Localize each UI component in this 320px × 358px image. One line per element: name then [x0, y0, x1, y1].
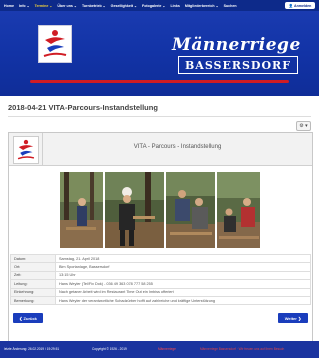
event-card-header: VITA - Parcours - Instandstellung: [9, 133, 312, 166]
last-updated-text: letzte Änderung: 26.02.2019 / 19:29:51: [4, 347, 60, 351]
main-menu: Home Info ⌄ Termine ⌄ Über uns ⌄ Turnbet…: [0, 4, 242, 8]
event-photo-4[interactable]: [216, 172, 260, 248]
row-value: Nach getaner Arbeit wird im Restaurant T…: [55, 287, 311, 297]
gymnast-logo-icon: [17, 139, 35, 160]
row-value: 13:15 Uhr: [55, 270, 311, 281]
nav-item-info[interactable]: Info ⌄: [19, 4, 30, 8]
gear-dropdown-button[interactable]: ⚙ ▾: [296, 121, 311, 131]
page-title: 2018-04-21 VITA-Parcours-Instandstellung: [8, 103, 158, 112]
photo-gallery: [60, 172, 260, 248]
header-banner: Männerriege BASSERSDORF: [0, 11, 319, 96]
nav-item-termine[interactable]: Termine ⌄: [35, 4, 53, 8]
copyright-text: Copyright © 1926 - 2019: [92, 347, 127, 351]
nav-item-turnbetrieb[interactable]: Turnbetrieb ⌄: [82, 4, 106, 8]
event-card: VITA - Parcours - Instandstellung Datum:…: [8, 132, 313, 342]
club-logo[interactable]: [38, 25, 72, 63]
top-navigation: Home Info ⌄ Termine ⌄ Über uns ⌄ Turnbet…: [0, 0, 319, 11]
next-button[interactable]: Weiter ❯: [278, 313, 308, 323]
row-value: Bim Sportanlage, Bassersdorf: [55, 262, 311, 272]
event-photo-1[interactable]: [60, 172, 104, 248]
row-key: Leitung:: [10, 279, 56, 289]
title-divider: [8, 116, 311, 117]
page-footer: letzte Änderung: 26.02.2019 / 19:29:51 C…: [0, 341, 319, 358]
row-key: Zeit:: [10, 270, 56, 281]
row-value: Hans Weyler der verantwortliche Schadzür…: [55, 295, 311, 306]
row-key: Ort:: [10, 262, 56, 272]
row-key: Bemerkung:: [10, 295, 56, 306]
row-value: Hans Weyler (Tel/Fix Dok) - 036 49 363 0…: [55, 279, 311, 289]
footer-tagline: Männerriege Bassersdorf · Wir freuen uns…: [200, 347, 285, 351]
nav-item-fotogalerie[interactable]: Fotogalerie ⌄: [142, 4, 165, 8]
event-info-table: Datum: Samstag, 21. April 2018 Ort: Bim …: [10, 253, 311, 306]
nav-item-home[interactable]: Home: [4, 4, 14, 8]
row-key: Einkehrung:: [10, 287, 56, 297]
banner-divider: [30, 80, 289, 83]
login-button[interactable]: 👤 Anmelden: [285, 2, 315, 9]
table-row: Einkehrung: Nach getaner Arbeit wird im …: [10, 287, 311, 297]
club-name-script: Männerriege: [172, 35, 301, 55]
table-row: Zeit: 13:15 Uhr: [10, 270, 311, 281]
row-key: Datum:: [10, 253, 56, 264]
nav-item-links[interactable]: Links: [170, 4, 179, 8]
row-value: Samstag, 21. April 2018: [55, 253, 311, 264]
table-row: Bemerkung: Hans Weyler der verantwortlic…: [10, 295, 311, 306]
footer-link[interactable]: Männerriege: [158, 347, 176, 351]
event-photo-3[interactable]: [165, 172, 215, 248]
table-row: Ort: Bim Sportanlage, Bassersdorf: [10, 262, 311, 272]
table-row: Leitung: Hans Weyler (Tel/Fix Dok) - 036…: [10, 279, 311, 289]
event-logo: [13, 136, 39, 164]
gymnast-logo-icon: [43, 30, 67, 57]
nav-item-ueber-uns[interactable]: Über uns ⌄: [57, 4, 77, 8]
event-title: VITA - Parcours - Instandstellung: [133, 144, 222, 150]
nav-item-mitgliederbereich[interactable]: Mitgliederbereich ⌄: [185, 4, 219, 8]
back-button[interactable]: ❮ Zurück: [13, 313, 43, 323]
table-row: Datum: Samstag, 21. April 2018: [10, 253, 311, 264]
event-photo-2[interactable]: [105, 172, 164, 248]
nav-item-suchen[interactable]: Suchen: [224, 4, 237, 8]
club-name-location: BASSERSDORF: [178, 56, 298, 74]
nav-item-geselligkeit[interactable]: Gesellighkeit ⌄: [111, 4, 137, 8]
